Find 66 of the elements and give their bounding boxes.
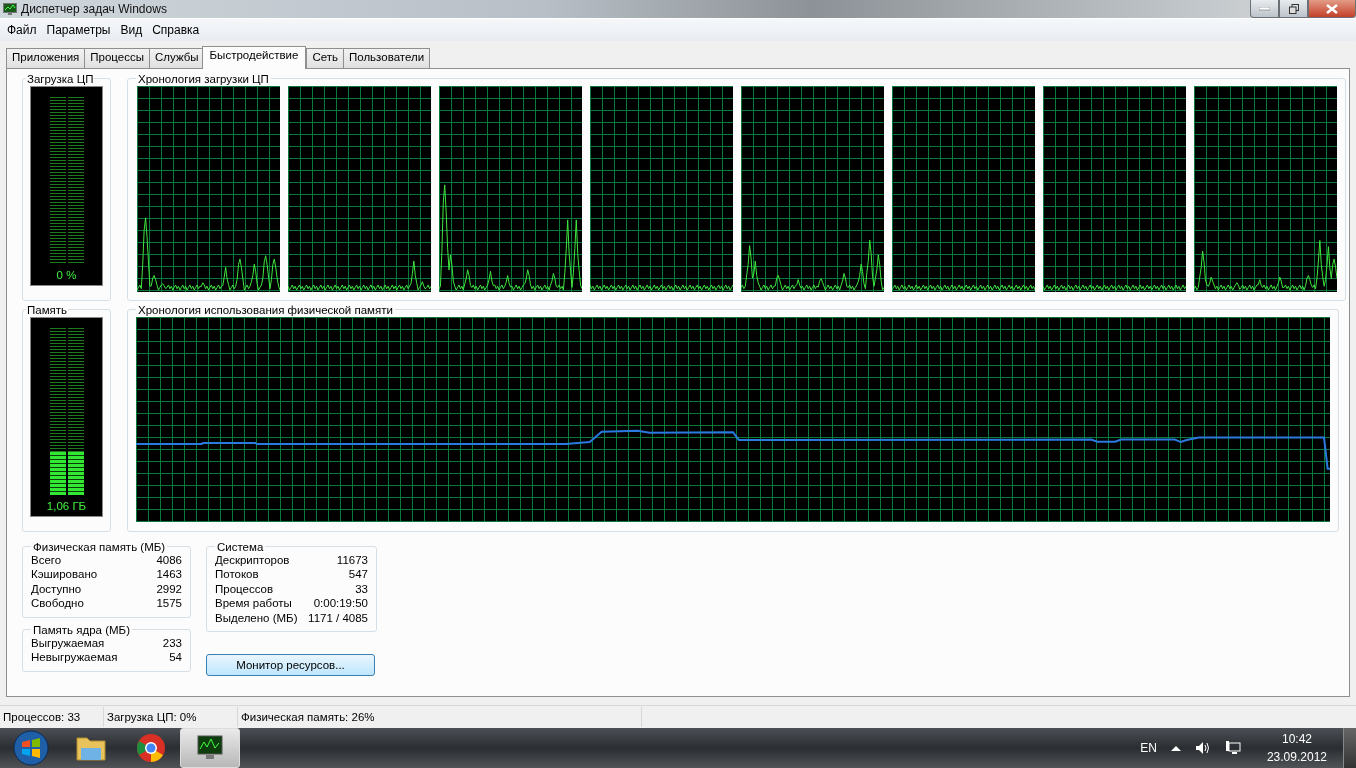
clock-date: 23.09.2012 (1266, 750, 1327, 764)
tab[interactable]: Быстродействие (201, 45, 307, 69)
stat-label: Дескрипторов (215, 552, 290, 568)
group-title: Память (26, 303, 69, 316)
group-title: Хронология загрузки ЦП (137, 72, 270, 85)
taskbar-button[interactable] (180, 728, 240, 768)
tab[interactable]: Службы (149, 47, 205, 68)
window-title: Диспетчер задач Windows (21, 2, 168, 16)
stat-value: 0:00:19:50 (313, 596, 368, 611)
close-button[interactable] (1308, 0, 1356, 18)
browser-icon (136, 733, 166, 763)
stat-value: 2992 (156, 581, 182, 597)
stat-label: Всего (31, 552, 62, 568)
stat-label: Кэшировано (31, 567, 98, 582)
stat-value: 1463 (156, 567, 182, 582)
stat-label: Свободно (31, 596, 84, 611)
stat-value: 1575 (156, 596, 182, 611)
stat-label: Потоков (215, 567, 259, 582)
resource-monitor-button[interactable]: Монитор ресурсов... (206, 654, 375, 677)
status-text: Физическая память: 26% (238, 707, 642, 727)
stat-label: Процессов (215, 581, 274, 597)
show-desktop-button[interactable] (1343, 728, 1356, 768)
tab[interactable]: Сеть (306, 47, 344, 68)
minimize-button[interactable] (1250, 0, 1279, 18)
clock-time: 10:42 (1281, 732, 1312, 746)
language-indicator[interactable]: EN (1140, 741, 1157, 755)
restore-button[interactable] (1279, 0, 1308, 18)
folder-icon (76, 734, 106, 762)
meter-reading: 0 % (56, 267, 77, 281)
minimize-icon (1259, 6, 1270, 11)
restore-icon (1288, 3, 1299, 14)
stat-value: 11673 (336, 552, 368, 568)
menu-item[interactable]: Файл (2, 23, 42, 37)
stat-label: Невыгружаемая (31, 650, 118, 665)
group-title: Физическая память (МБ) (32, 540, 167, 553)
menu-item[interactable]: Вид (115, 23, 148, 37)
tab[interactable]: Пользователи (343, 47, 431, 68)
status-text: Процессов: 33 (0, 707, 104, 727)
meter-reading: 1,06 ГБ (46, 498, 87, 512)
group-title: Хронология использования физической памяти (137, 303, 394, 316)
group-title: Память ядра (МБ) (32, 623, 131, 636)
group-title: Загрузка ЦП (26, 72, 95, 85)
menu-item[interactable]: Справка (147, 23, 205, 37)
stat-value: 1171 / 4085 (308, 610, 368, 626)
close-icon (1326, 3, 1338, 14)
menu-item[interactable]: Параметры (41, 23, 116, 37)
stat-label: Время работы (215, 596, 292, 611)
stat-label: Выделено (МБ) (215, 610, 298, 626)
group-title: Система (216, 540, 265, 553)
stat-value: 33 (355, 581, 368, 597)
stat-value: 547 (348, 567, 368, 582)
stat-value: 233 (162, 635, 182, 651)
windows-logo-icon (13, 730, 49, 766)
monitor-icon (194, 734, 226, 762)
tab[interactable]: Процессы (84, 47, 150, 68)
stat-value: 4086 (156, 553, 182, 568)
speaker-icon[interactable] (1194, 741, 1211, 755)
monitor-icon (3, 3, 17, 15)
stat-value: 54 (169, 650, 182, 665)
stat-label: Доступно (31, 581, 82, 597)
show-hidden-icons-icon[interactable] (1170, 745, 1181, 751)
stat-label: Выгружаемая (31, 636, 105, 651)
tab[interactable]: Приложения (6, 47, 86, 68)
network-icon[interactable] (1224, 740, 1241, 756)
status-text: Загрузка ЦП: 0% (104, 707, 238, 727)
clock[interactable]: 10:42 23.09.2012 (1266, 732, 1327, 764)
